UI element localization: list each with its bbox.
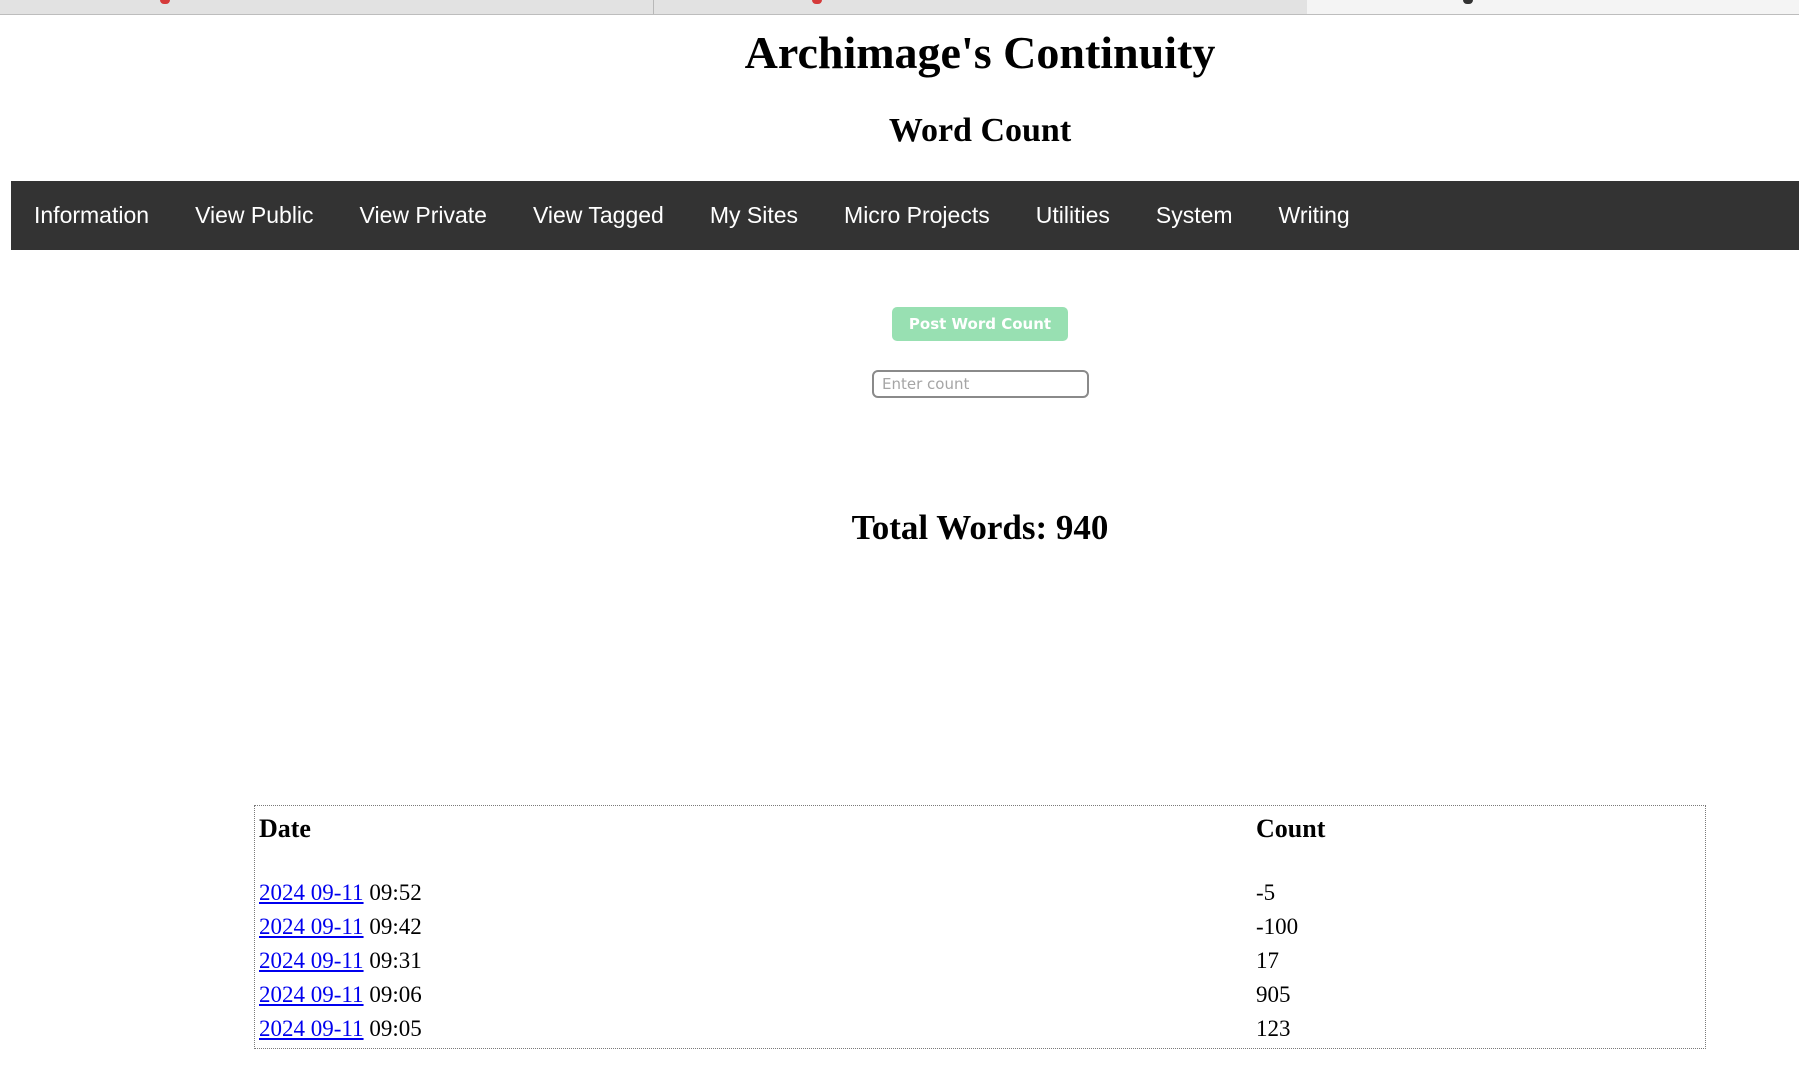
date-cell: 2024 09-11 09:06 bbox=[259, 978, 422, 1012]
date-link[interactable]: 2024 09-11 bbox=[259, 880, 364, 905]
table-row: 2024 09-11 09:52 -5 bbox=[255, 876, 1705, 910]
browser-tab-strip bbox=[0, 0, 1799, 15]
browser-tab-active[interactable] bbox=[1307, 0, 1799, 14]
nav-item-micro-projects[interactable]: Micro Projects bbox=[821, 181, 1013, 250]
nav-item-view-private[interactable]: View Private bbox=[337, 181, 510, 250]
main-nav: Information View Public View Private Vie… bbox=[11, 181, 1799, 250]
nav-item-view-public[interactable]: View Public bbox=[172, 181, 336, 250]
date-cell: 2024 09-11 09:42 bbox=[259, 910, 422, 944]
dark-favicon-icon bbox=[1463, 0, 1473, 4]
date-cell: 2024 09-11 09:52 bbox=[259, 876, 422, 910]
column-header-count: Count bbox=[1256, 814, 1326, 843]
time-text: 09:42 bbox=[369, 914, 422, 939]
count-cell: 17 bbox=[1256, 948, 1279, 973]
nav-item-writing[interactable]: Writing bbox=[1256, 181, 1373, 250]
site-title: Archimage's Continuity bbox=[744, 27, 1216, 78]
nav-item-system[interactable]: System bbox=[1133, 181, 1256, 250]
nav-item-my-sites[interactable]: My Sites bbox=[687, 181, 821, 250]
page-title: Word Count bbox=[888, 112, 1072, 149]
nav-item-utilities[interactable]: Utilities bbox=[1013, 181, 1133, 250]
date-link[interactable]: 2024 09-11 bbox=[259, 1016, 364, 1041]
count-cell: 905 bbox=[1256, 982, 1291, 1007]
post-word-count-button[interactable]: Post Word Count bbox=[892, 307, 1068, 341]
table-row: 2024 09-11 09:06 905 bbox=[255, 978, 1705, 1012]
date-cell: 2024 09-11 09:05 bbox=[259, 1012, 422, 1046]
time-text: 09:06 bbox=[369, 982, 422, 1007]
date-link[interactable]: 2024 09-11 bbox=[259, 982, 364, 1007]
time-text: 09:31 bbox=[369, 948, 422, 973]
word-count-table: Date Count 2024 09-11 09:52 -5 2024 09-1… bbox=[254, 805, 1706, 1049]
time-text: 09:05 bbox=[369, 1016, 422, 1041]
nav-item-view-tagged[interactable]: View Tagged bbox=[510, 181, 687, 250]
date-link[interactable]: 2024 09-11 bbox=[259, 948, 364, 973]
count-cell: 123 bbox=[1256, 1016, 1291, 1041]
nav-item-information[interactable]: Information bbox=[11, 181, 172, 250]
count-cell: -5 bbox=[1256, 880, 1276, 905]
time-text: 09:52 bbox=[369, 880, 422, 905]
browser-tab[interactable] bbox=[0, 0, 654, 14]
table-row: 2024 09-11 09:31 17 bbox=[255, 944, 1705, 978]
table-row: 2024 09-11 09:05 123 bbox=[255, 1012, 1705, 1046]
total-words: Total Words: 940 bbox=[851, 508, 1109, 547]
date-link[interactable]: 2024 09-11 bbox=[259, 914, 364, 939]
red-favicon-icon bbox=[160, 0, 170, 4]
count-input[interactable] bbox=[872, 370, 1089, 398]
count-cell: -100 bbox=[1256, 914, 1299, 939]
browser-tab[interactable] bbox=[654, 0, 1306, 14]
red-favicon-icon bbox=[812, 0, 822, 4]
table-row: 2024 09-11 09:42 -100 bbox=[255, 910, 1705, 944]
date-cell: 2024 09-11 09:31 bbox=[259, 944, 422, 978]
column-header-date: Date bbox=[259, 814, 311, 843]
